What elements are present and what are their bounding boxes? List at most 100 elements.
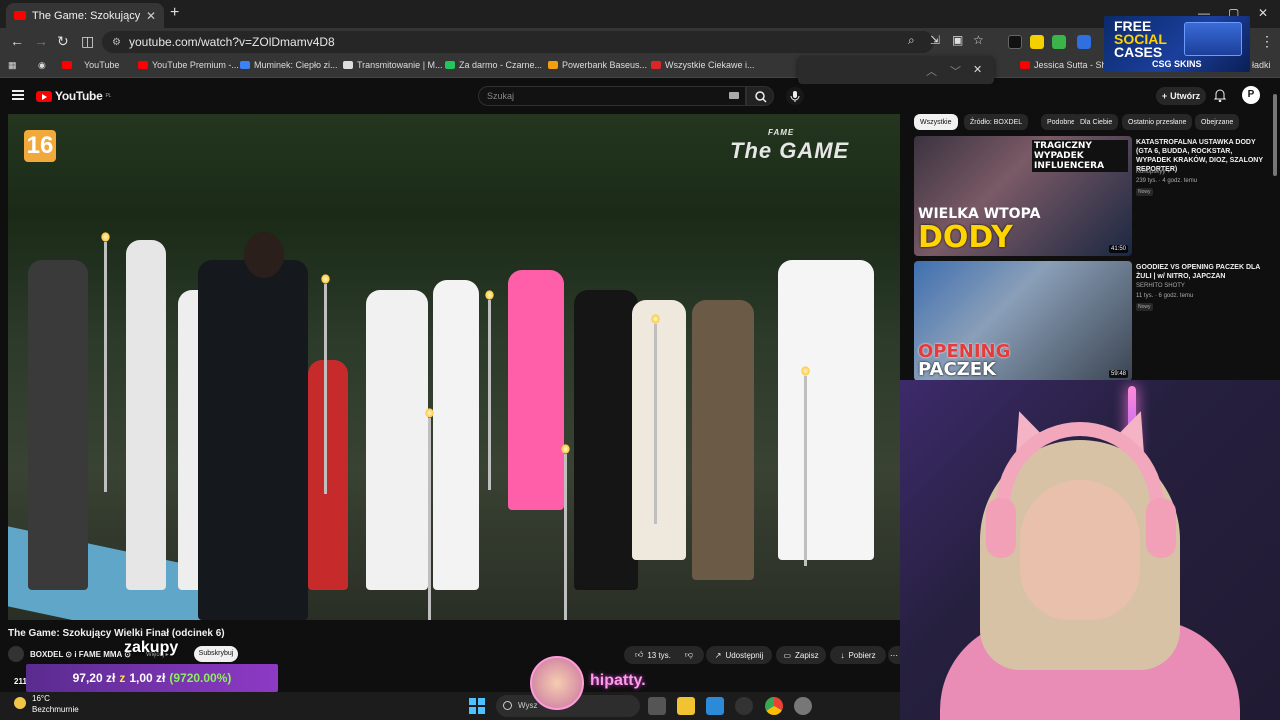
- task-view-icon[interactable]: [648, 697, 666, 715]
- video-frame-person: [366, 290, 428, 590]
- keyboard-icon[interactable]: [729, 92, 739, 99]
- app-icon[interactable]: [735, 697, 753, 715]
- recommended-channel[interactable]: Konopskyy ✓: [1136, 168, 1172, 175]
- recommended-meta: 11 tys. · 6 godz. temu: [1136, 293, 1194, 299]
- channel-avatar[interactable]: [8, 646, 24, 662]
- download-button[interactable]: ↓ Pobierz: [830, 646, 886, 664]
- address-bar[interactable]: ⚙ youtube.com/watch?v=ZOlDmamv4D8: [102, 31, 934, 53]
- video-thumbnail[interactable]: TRAGICZNY WYPADEK INFLUENCERA WIELKA WTO…: [914, 136, 1132, 256]
- file-explorer-icon[interactable]: [677, 697, 695, 715]
- find-next-icon[interactable]: ﹀: [950, 63, 961, 79]
- show-logo: FAME The GAME: [730, 128, 850, 163]
- bookmark-item[interactable]: ładki: [1252, 60, 1271, 70]
- ad-image: [1184, 22, 1242, 56]
- thumbs-down-icon[interactable]: 👎︎: [685, 650, 693, 660]
- save-button[interactable]: ▭ Zapisz: [776, 646, 826, 664]
- search-button[interactable]: [746, 86, 774, 106]
- search-icon: [755, 91, 767, 103]
- video-frame-person: [574, 290, 638, 590]
- browser-toolbar: ← → ↻ ◫ ⚙ youtube.com/watch?v=ZOlDmamv4D…: [0, 28, 1280, 56]
- tab-close-icon[interactable]: ✕: [146, 9, 156, 23]
- share-button[interactable]: ↗ Udostępnij: [706, 646, 772, 664]
- tab-active[interactable]: The Game: Szokujący Wielki ✕: [6, 3, 164, 28]
- bookmark-item[interactable]: Powerbank Baseus...: [548, 60, 647, 70]
- ad-banner[interactable]: FREE SOCIAL CASES CSG SKINS: [1104, 16, 1250, 72]
- back-icon[interactable]: ←: [10, 33, 24, 49]
- video-frame-person: [126, 240, 166, 590]
- video-player[interactable]: 16 FAME The GAME: [8, 114, 900, 620]
- chip-recent[interactable]: Ostatnio przesłane: [1122, 114, 1193, 130]
- windows-start-icon[interactable]: [468, 697, 486, 715]
- extension-icon[interactable]: [1008, 35, 1022, 49]
- forward-icon[interactable]: →: [34, 33, 48, 49]
- bookmark-item[interactable]: Wszystkie Ciekawe i...: [651, 60, 755, 70]
- notifications-bell-icon[interactable]: [1214, 88, 1226, 102]
- view-count: 211: [14, 677, 27, 686]
- more-actions-icon[interactable]: ⋯: [888, 646, 900, 664]
- create-button[interactable]: + Utwórz: [1156, 87, 1206, 105]
- chip-for-you[interactable]: Dla Ciebie: [1074, 114, 1119, 130]
- recommended-meta: 239 tys. · 4 godz. temu: [1136, 178, 1198, 184]
- new-tab-icon[interactable]: +: [170, 4, 179, 22]
- duration-badge: 59:48: [1108, 370, 1128, 378]
- bookmark-star-icon[interactable]: ☆: [973, 33, 984, 47]
- chip-watched[interactable]: Obejrzane: [1195, 114, 1240, 130]
- bookmark-item[interactable]: Transmitowanie | M...: [343, 60, 443, 70]
- extension-icon[interactable]: [1052, 35, 1066, 49]
- extension-icon[interactable]: [1030, 35, 1044, 49]
- stream-price-banner: 97,20 zł z 1,00 zł (9720.00%): [26, 664, 278, 692]
- bookmarks-bar: ▦ ◉ YouTube YouTube Premium -... Muminek…: [0, 56, 1280, 78]
- like-dislike-button[interactable]: 👍︎ 13 tys. 👎︎: [624, 646, 704, 664]
- chip-source[interactable]: Źródło: BOXDEL: [964, 114, 1029, 130]
- video-frame-person: [508, 270, 564, 510]
- bookmark-icon: ▭: [783, 650, 791, 660]
- install-app-icon[interactable]: ⇲: [930, 33, 940, 47]
- windows-taskbar: 16°C Bezchmurnie Wysz: [0, 692, 900, 720]
- voice-search-button[interactable]: [786, 87, 804, 105]
- age-rating-badge: 16: [24, 130, 56, 162]
- video-frame-person: [692, 300, 754, 580]
- find-prev-icon[interactable]: ︿: [926, 63, 937, 79]
- find-close-icon[interactable]: ✕: [973, 63, 982, 76]
- bookmark-item[interactable]: YouTube: [62, 60, 119, 70]
- recommended-video[interactable]: OPENING PACZEK 59:48 GOODIEZ VS OPENING …: [914, 261, 1268, 381]
- side-panel-icon[interactable]: ◫: [81, 33, 94, 50]
- scrollbar-thumb[interactable]: [1273, 94, 1277, 176]
- menu-kebab-icon[interactable]: ⋮: [1260, 33, 1274, 50]
- search-input[interactable]: Szukaj: [478, 86, 746, 106]
- browser-tab-bar: The Game: Szokujący Wielki ✕ + — ▢ ✕: [0, 0, 1280, 28]
- chip-all[interactable]: Wszystkie: [914, 114, 958, 130]
- youtube-header: YouTube PL Szukaj + Utwórz P: [0, 84, 1268, 108]
- chrome-icon[interactable]: ◉: [38, 60, 46, 71]
- recommended-channel[interactable]: SERHITO SHOTY: [1136, 283, 1185, 289]
- video-frame-person: [28, 260, 88, 590]
- window-close-icon[interactable]: ✕: [1258, 6, 1268, 20]
- video-frame-torch: [801, 366, 810, 566]
- youtube-logo[interactable]: YouTube PL: [36, 89, 111, 103]
- thumbs-up-icon: 👍︎: [634, 650, 644, 659]
- chrome-taskbar-icon[interactable]: [765, 697, 783, 715]
- stream-overlay-label: zakupy: [124, 639, 179, 656]
- hamburger-menu-icon[interactable]: [12, 90, 24, 100]
- channel-name[interactable]: BOXDEL ⊙ i FAME MMA ⊙: [30, 650, 131, 659]
- avatar[interactable]: P: [1242, 86, 1260, 104]
- recommended-title[interactable]: GOODIEZ VS OPENING PACZEK DLA ŻULI | w/ …: [1136, 263, 1266, 281]
- page-action-icon[interactable]: ▣: [952, 33, 963, 47]
- webcam-overlay: [900, 380, 1280, 720]
- subscribe-button[interactable]: Subskrybuj: [194, 646, 238, 662]
- settings-gear-icon[interactable]: [794, 697, 812, 715]
- streamer-avatar: [530, 656, 584, 710]
- bookmark-item[interactable]: Za darmo - Czarne...: [445, 60, 542, 70]
- reload-icon[interactable]: ↻: [57, 33, 69, 50]
- find-bar: ︿ ﹀ ✕: [798, 56, 994, 84]
- bookmark-item[interactable]: Muminek: Ciepło zi...: [240, 60, 338, 70]
- video-frame-person: [198, 260, 308, 620]
- site-info-icon[interactable]: ⚙: [112, 37, 121, 48]
- store-icon[interactable]: [706, 697, 724, 715]
- video-thumbnail[interactable]: OPENING PACZEK 59:48: [914, 261, 1132, 381]
- extension-icon[interactable]: [1077, 35, 1091, 49]
- bookmark-item[interactable]: YouTube Premium -...: [138, 60, 239, 70]
- recommended-video[interactable]: TRAGICZNY WYPADEK INFLUENCERA WIELKA WTO…: [914, 136, 1268, 256]
- zoom-icon[interactable]: ⌕: [908, 33, 915, 48]
- apps-icon[interactable]: ▦: [8, 60, 17, 71]
